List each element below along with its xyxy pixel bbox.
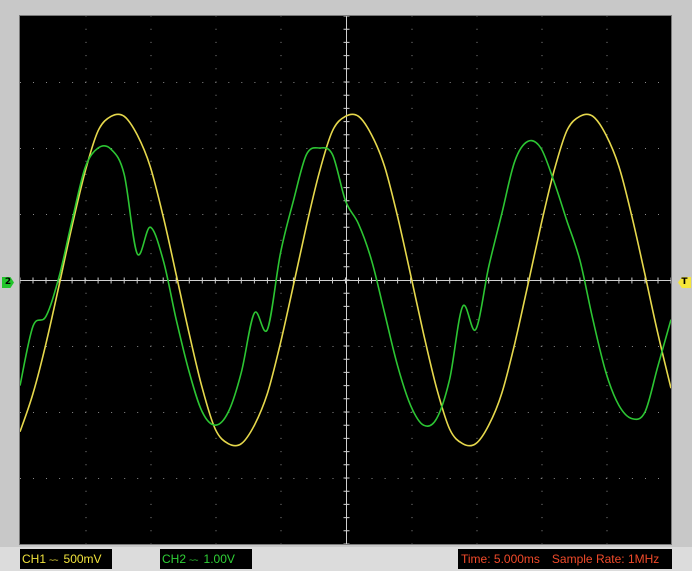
ch1-scale: 500mV [63, 552, 102, 566]
status-bar: CH1 ~~ 500mV CH2 ~~ 1.00V Time: 5.000ms Sampl… [0, 547, 692, 571]
center-axes [20, 16, 671, 544]
ch2-ground-marker[interactable]: 2 [2, 277, 14, 288]
waveform-plot [20, 16, 671, 544]
scope-screen [19, 15, 672, 545]
oscilloscope-window: 2 T CH1 ~~ 500mV CH2 ~~ 1.00V Time: 5.000ms S… [0, 0, 692, 571]
ch2-label: CH2 [162, 552, 187, 566]
ch2-scale: 1.00V [203, 552, 235, 566]
ch1-coupling-icon: ~~ [49, 555, 58, 565]
sample-rate-value: Sample Rate: 1MHz [551, 552, 660, 566]
timebase-value: Time: 5.000ms [461, 552, 540, 566]
ch1-label: CH1 [22, 552, 47, 566]
ch2-coupling-icon: ~~ [189, 555, 198, 565]
timebase-status[interactable]: Time: 5.000ms Sample Rate: 1MHz [458, 549, 672, 569]
trigger-level-marker[interactable]: T [678, 277, 691, 288]
ch2-status[interactable]: CH2 ~~ 1.00V [160, 549, 252, 569]
ch1-status[interactable]: CH1 ~~ 500mV [20, 549, 112, 569]
